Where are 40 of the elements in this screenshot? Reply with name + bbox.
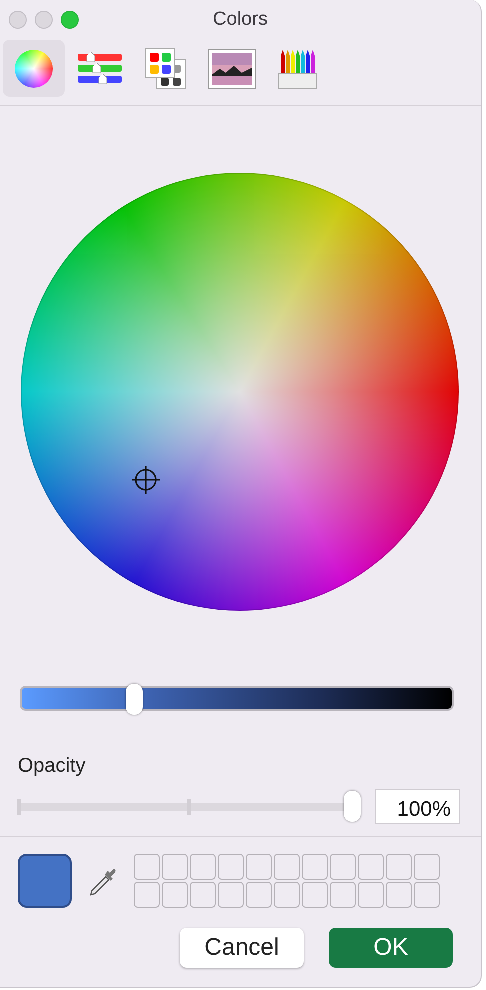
opacity-label: Opacity [18, 754, 87, 779]
current-color-well[interactable] [18, 854, 72, 908]
color-swatch[interactable] [330, 854, 356, 880]
color-swatch[interactable] [162, 854, 188, 880]
slider-thumb[interactable] [344, 791, 361, 822]
sliders-icon [77, 52, 123, 86]
color-swatch[interactable] [162, 882, 188, 908]
zoom-button[interactable] [61, 11, 79, 29]
colored-pencils-icon [278, 48, 318, 90]
color-swatch[interactable] [218, 882, 244, 908]
cancel-button[interactable]: Cancel [180, 928, 304, 968]
color-swatch[interactable] [330, 882, 356, 908]
color-swatch[interactable] [414, 854, 440, 880]
color-swatch[interactable] [274, 882, 300, 908]
crosshair-icon [131, 465, 161, 495]
color-swatch[interactable] [134, 882, 160, 908]
color-swatch[interactable] [386, 854, 412, 880]
color-swatch[interactable] [190, 882, 216, 908]
color-swatch[interactable] [386, 882, 412, 908]
color-swatch[interactable] [302, 882, 328, 908]
color-swatch[interactable] [358, 854, 384, 880]
minimize-button[interactable] [35, 11, 53, 29]
opacity-slider[interactable] [17, 791, 361, 822]
slider-thumb[interactable] [126, 684, 143, 715]
opacity-field[interactable]: 100% [375, 789, 460, 824]
color-swatch[interactable] [274, 854, 300, 880]
color-swatch[interactable] [246, 854, 272, 880]
color-swatch[interactable] [218, 854, 244, 880]
color-swatch[interactable] [134, 854, 160, 880]
window-title: Colors [213, 9, 268, 30]
image-palette-icon [208, 48, 256, 88]
color-wheel-icon [15, 50, 53, 88]
palettes-icon [145, 48, 187, 90]
color-swatch[interactable] [302, 854, 328, 880]
ok-button[interactable]: OK [329, 928, 453, 968]
color-swatch[interactable] [414, 882, 440, 908]
color-swatch[interactable] [246, 882, 272, 908]
close-button[interactable] [9, 11, 27, 29]
color-swatch[interactable] [190, 854, 216, 880]
color-swatch[interactable] [358, 882, 384, 908]
